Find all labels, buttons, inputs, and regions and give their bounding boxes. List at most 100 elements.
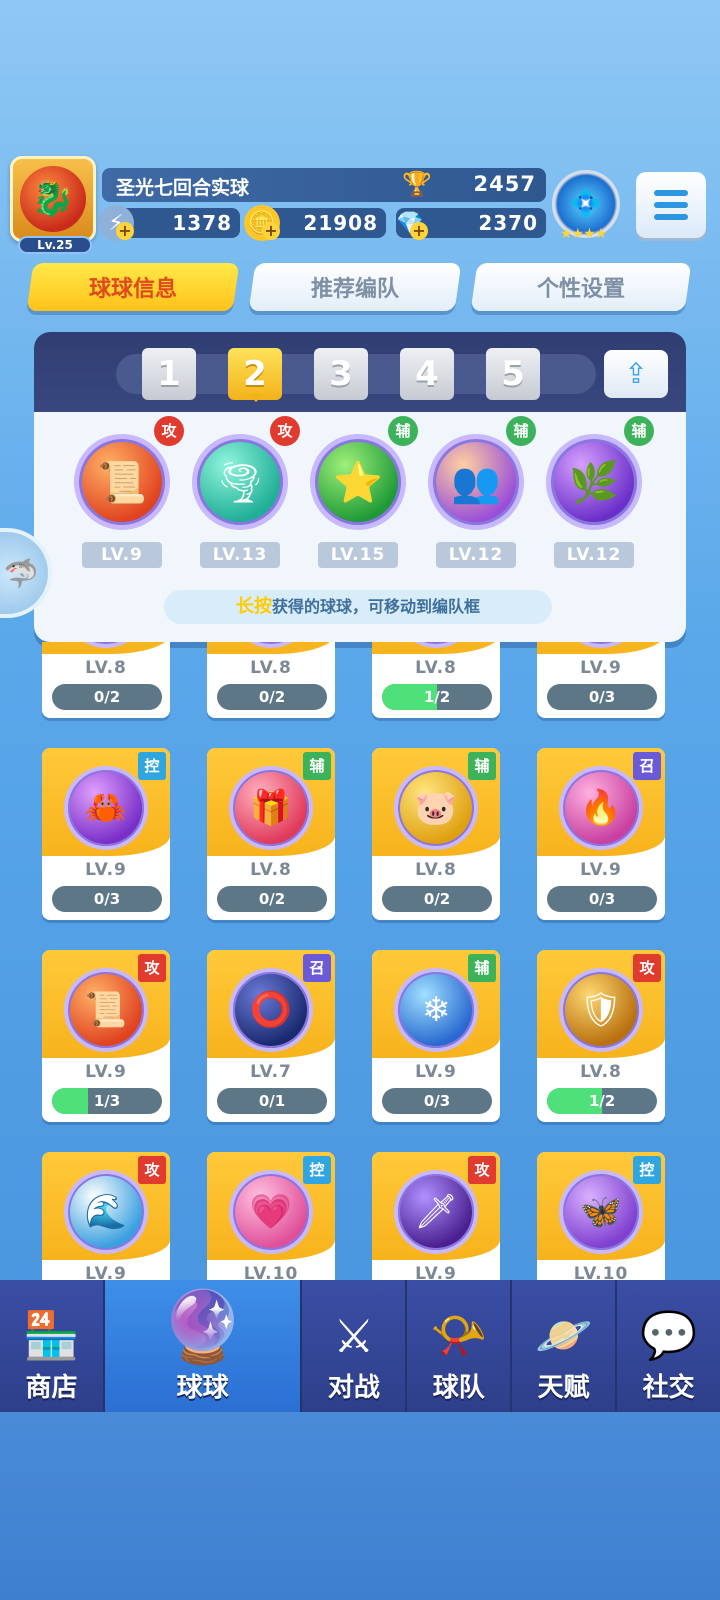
energy-counter[interactable]: ⚡ + 1378 <box>98 205 240 241</box>
nav-talent[interactable]: 🪐 天赋 <box>512 1280 618 1412</box>
type-badge: 辅 <box>468 954 496 982</box>
upgrade-progress: 1/2 <box>547 1088 657 1114</box>
phoenix-avatar-icon: 🐉 <box>20 166 86 232</box>
upgrade-progress: 0/3 <box>547 684 657 710</box>
type-badge: 辅 <box>506 416 536 446</box>
team-slot-4[interactable]: 4 <box>400 348 454 400</box>
type-badge: 攻 <box>138 954 166 982</box>
trophy-count: 2457 <box>473 172 536 196</box>
ball-card[interactable]: 🦀 控 LV.9 0/3 <box>42 748 170 920</box>
scroll-ball-icon: 📜 <box>97 459 147 506</box>
ice-crystal-ball-icon: ❄ <box>394 968 478 1052</box>
tab-recommended-team[interactable]: 推荐编队 <box>248 263 462 311</box>
type-badge: 辅 <box>468 752 496 780</box>
rank-stars-icon: ★★★★ <box>560 226 607 242</box>
nav-battle[interactable]: ⚔ 对战 <box>302 1280 408 1412</box>
phoenix-ball-icon: 🔥 <box>559 766 643 850</box>
add-gold-icon[interactable]: + <box>262 222 280 240</box>
ball-card[interactable]: 🛡 攻 LV.8 1/2 <box>537 950 665 1122</box>
upgrade-progress: 0/2 <box>217 886 327 912</box>
player-avatar[interactable]: 🐉 <box>10 156 96 242</box>
team-ball-1[interactable]: 📜 <box>74 434 170 530</box>
chat-heart-icon: 💬 <box>639 1308 698 1362</box>
card-level: LV.7 <box>250 1062 292 1082</box>
upgrade-progress: 0/1 <box>217 1088 327 1114</box>
team-slot-header: 1 2 3 4 5 ⇪ <box>34 332 686 412</box>
team-slot-3[interactable]: 3 <box>314 348 368 400</box>
ball-card[interactable]: 📜 攻 LV.9 1/3 <box>42 950 170 1122</box>
share-button[interactable]: ⇪ <box>604 350 668 398</box>
card-level: LV.9 <box>415 1062 457 1082</box>
upgrade-progress: 0/2 <box>217 684 327 710</box>
gold-counter[interactable]: 🪙 + 21908 <box>244 205 386 241</box>
card-level: LV.9 <box>85 860 127 880</box>
ball-card[interactable]: ❄ 辅 LV.9 0/3 <box>372 950 500 1122</box>
team-ball-5[interactable]: 🌿 <box>546 434 642 530</box>
whistle-icon: 📯 <box>430 1308 488 1362</box>
progress-text: 0/3 <box>588 890 616 908</box>
gold-value: 21908 <box>303 211 378 235</box>
heart-ball-icon: 💗 <box>229 1170 313 1254</box>
player-name-bar: 圣光七回合实球 🏆 2457 <box>102 168 546 202</box>
team-ball-4[interactable]: 👥 <box>428 434 524 530</box>
progress-text: 0/3 <box>423 1092 451 1110</box>
upgrade-progress: 0/3 <box>382 1088 492 1114</box>
menu-button[interactable] <box>636 172 706 238</box>
progress-text: 1/2 <box>423 688 451 706</box>
nav-shop[interactable]: 🏪 商店 <box>0 1280 105 1412</box>
team-ball-2[interactable]: 🌪 <box>192 434 288 530</box>
upgrade-progress: 0/2 <box>52 684 162 710</box>
card-level: LV.8 <box>250 658 292 678</box>
tab-ball-info[interactable]: 球球信息 <box>26 263 240 311</box>
add-energy-icon[interactable]: + <box>116 222 134 240</box>
planet-icon: 🪐 <box>535 1308 593 1362</box>
tab-personal-settings[interactable]: 个性设置 <box>470 263 692 311</box>
piggy-bank-ball-icon: 🐷 <box>394 766 478 850</box>
team-ball-level: LV.15 <box>318 542 398 568</box>
dark-ring-ball-icon: ⭕ <box>229 968 313 1052</box>
progress-text: 0/3 <box>588 688 616 706</box>
ball-card[interactable]: ⭕ 召 LV.7 0/1 <box>207 950 335 1122</box>
ball-card[interactable]: 🎁 辅 LV.8 0/2 <box>207 748 335 920</box>
type-badge: 攻 <box>270 416 300 446</box>
diamond-value: 2370 <box>478 211 538 235</box>
lower-background <box>0 1412 720 1600</box>
nav-social[interactable]: 💬 社交 <box>617 1280 720 1412</box>
progress-text: 0/2 <box>258 890 286 908</box>
balls-icon: 🔮 <box>159 1286 247 1368</box>
nav-team[interactable]: 📯 球队 <box>407 1280 513 1412</box>
wave-ball-icon: 🌊 <box>64 1170 148 1254</box>
progress-text: 1/2 <box>588 1092 616 1110</box>
card-level: LV.8 <box>415 658 457 678</box>
ball-card[interactable]: 🐷 辅 LV.8 0/2 <box>372 748 500 920</box>
progress-text: 1/3 <box>93 1092 121 1110</box>
upgrade-progress: 0/2 <box>382 886 492 912</box>
team-slot-5[interactable]: 5 <box>486 348 540 400</box>
leaf-ball-icon: 🌿 <box>569 459 619 506</box>
diamond-counter[interactable]: 💎 + 2370 <box>396 208 546 240</box>
team-ball-level: LV.9 <box>82 542 162 568</box>
card-level: LV.9 <box>85 1062 127 1082</box>
team-slot-2[interactable]: 2 <box>228 348 282 402</box>
type-badge: 辅 <box>388 416 418 446</box>
team-slot-1[interactable]: 1 <box>142 348 196 400</box>
menu-icon <box>654 190 688 196</box>
shark-icon: 🦈 <box>3 556 39 590</box>
progress-text: 0/2 <box>93 688 121 706</box>
card-level: LV.8 <box>580 1062 622 1082</box>
ball-card[interactable]: 🔥 召 LV.9 0/3 <box>537 748 665 920</box>
energy-value: 1378 <box>172 211 232 235</box>
card-level: LV.8 <box>250 860 292 880</box>
team-ball-3[interactable]: ⭐ <box>310 434 406 530</box>
trophy-icon: 🏆 <box>402 170 432 198</box>
add-diamond-icon[interactable]: + <box>410 222 428 240</box>
team-ball-level: LV.13 <box>200 542 280 568</box>
gift-ball-icon: 🎁 <box>229 766 313 850</box>
scroll-ball-icon: 📜 <box>64 968 148 1052</box>
card-level: LV.9 <box>580 658 622 678</box>
type-badge: 攻 <box>138 1156 166 1184</box>
team-ball-level: LV.12 <box>436 542 516 568</box>
crossed-swords-icon: ⚔ <box>333 1309 375 1363</box>
nav-balls[interactable]: 🔮 球球 <box>104 1280 303 1412</box>
share-icon: ⇪ <box>624 357 648 390</box>
